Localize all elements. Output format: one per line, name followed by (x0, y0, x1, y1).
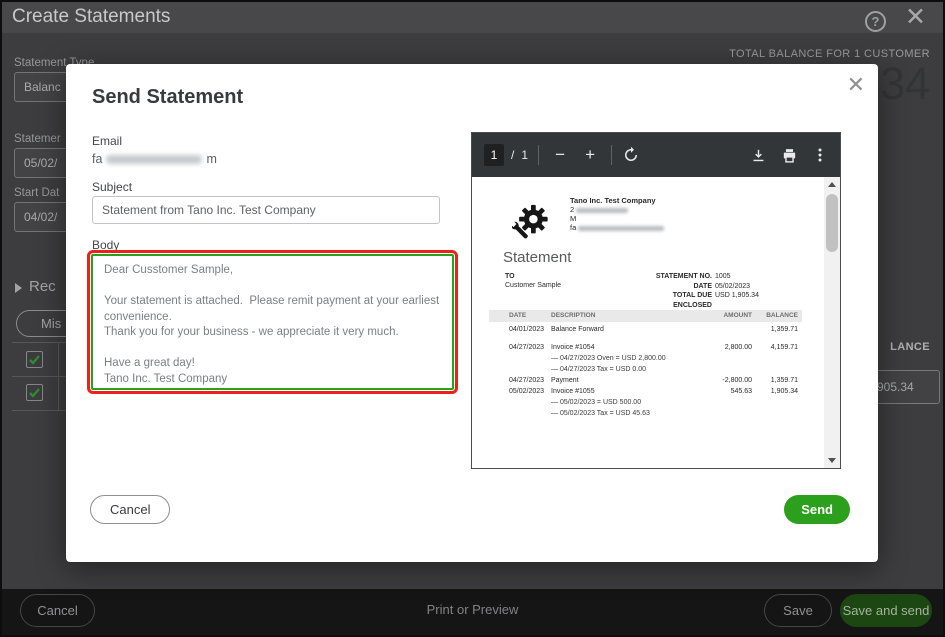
email-value: fa m (92, 152, 217, 166)
statement-table-header: DATE DESCRIPTION AMOUNT BALANCE (489, 310, 802, 322)
pdf-toolbar: 1 / 1 − + (472, 133, 840, 177)
table-row: 04/27/2023 Payment -2,800.00 1,359.71 (509, 377, 798, 384)
scroll-up-icon[interactable] (824, 177, 840, 192)
table-divider (12, 410, 66, 411)
scroll-down-icon[interactable] (824, 453, 840, 468)
select-all-checkbox[interactable] (26, 351, 43, 368)
scrollbar-thumb[interactable] (826, 194, 838, 252)
recipients-section-label[interactable]: Rec (29, 278, 56, 295)
table-column-divider (58, 343, 59, 410)
create-statements-screen: Create Statements ? ✕ TOTAL BALANCE FOR … (0, 0, 945, 637)
subject-input[interactable]: Statement from Tano Inc. Test Company (92, 196, 440, 224)
email-label: Email (92, 134, 123, 148)
statement-table: DATE DESCRIPTION AMOUNT BALANCE 04/01/20… (489, 310, 802, 421)
send-button[interactable]: Send (784, 495, 850, 524)
toolbar-divider (611, 145, 613, 165)
info-value: USD 1,905.34 (715, 292, 759, 299)
company-logo-gear-wrench-icon (512, 201, 550, 243)
subject-label: Subject (92, 180, 133, 194)
statement-info-block: STATEMENT NO. 1005 DATE 05/02/2023 TOTAL D… (602, 272, 792, 310)
help-icon[interactable]: ? (865, 11, 886, 32)
to-label: TO (505, 273, 515, 280)
to-name: Customer Sample (505, 282, 562, 289)
table-row: 04/01/2023 Balance Forward 1,359.71 (509, 326, 798, 333)
redacted-email-blur (578, 225, 665, 231)
send-statement-modal: ✕ Send Statement Email fa m Subject State… (66, 64, 878, 562)
statement-title: Statement (503, 249, 572, 266)
page-number-input[interactable]: 1 (484, 144, 504, 166)
print-icon[interactable] (781, 147, 798, 164)
save-and-send-label: Save and send (842, 603, 930, 618)
statement-date-label: Statemer (14, 133, 61, 145)
info-label: ENCLOSED (673, 301, 712, 309)
close-icon[interactable]: ✕ (905, 3, 926, 32)
company-name: Tano Inc. Test Company (570, 196, 656, 205)
cancel-button[interactable]: Cancel (90, 495, 171, 524)
statement-document: Tano Inc. Test Company 2 M fa Statement … (472, 177, 824, 468)
table-detail-row: — 04/27/2023 Oven = USD 2,800.00 (551, 355, 666, 362)
page-count: 1 (521, 148, 529, 162)
info-label: DATE (693, 282, 712, 290)
page-divider: / (511, 148, 515, 162)
info-value: 05/02/2023 (715, 282, 751, 290)
rotate-icon[interactable] (622, 146, 640, 164)
info-label: TOTAL DUE (672, 292, 712, 299)
body-label: Body (92, 238, 120, 252)
row-checkbox[interactable] (26, 384, 43, 401)
table-detail-row: — 04/27/2023 Tax = USD 0.00 (551, 366, 647, 373)
redacted-email-blur (106, 155, 203, 165)
zoom-out-button[interactable]: − (549, 144, 571, 166)
info-label: STATEMENT NO. (655, 273, 712, 280)
statement-to-block: TO Customer Sample (505, 272, 561, 290)
table-detail-row: — 05/02/2023 Tax = USD 45.63 (551, 410, 650, 417)
table-row: 05/02/2023 Invoice #1055 545.63 1,905.34 (509, 388, 798, 395)
table-detail-row: — 05/02/2023 = USD 500.00 (551, 399, 642, 406)
company-info-block: Tano Inc. Test Company 2 M fa (570, 196, 665, 233)
recipients-expander-icon[interactable] (15, 283, 22, 293)
footer-save-button[interactable]: Save (764, 594, 832, 627)
pdf-preview-pane: 1 / 1 − + Tano Inc. Test Company 2 M fa … (471, 132, 841, 469)
save-and-send-button[interactable]: Save and send ▾ (840, 594, 932, 627)
table-row: 04/27/2023 Invoice #1054 2,800.00 4,159.… (509, 344, 798, 351)
body-textarea[interactable]: Dear Cusstomer Sample, Your statement is… (87, 250, 458, 394)
modal-close-icon[interactable]: ✕ (847, 72, 865, 98)
download-icon[interactable] (750, 147, 767, 164)
pdf-scrollbar[interactable] (824, 177, 840, 468)
modal-title: Send Statement (92, 86, 244, 108)
more-vertical-icon[interactable] (812, 147, 828, 163)
page-footer-bar: Cancel Print or Preview Save Save and se… (2, 589, 943, 635)
toolbar-divider (538, 145, 540, 165)
start-date-label: Start Dat (14, 187, 60, 199)
page-title: Create Statements (12, 6, 171, 27)
info-value: 1005 (715, 273, 731, 280)
redacted-address-blur (576, 207, 629, 213)
pdf-page: Tano Inc. Test Company 2 M fa Statement … (472, 177, 840, 468)
zoom-in-button[interactable]: + (579, 144, 601, 166)
